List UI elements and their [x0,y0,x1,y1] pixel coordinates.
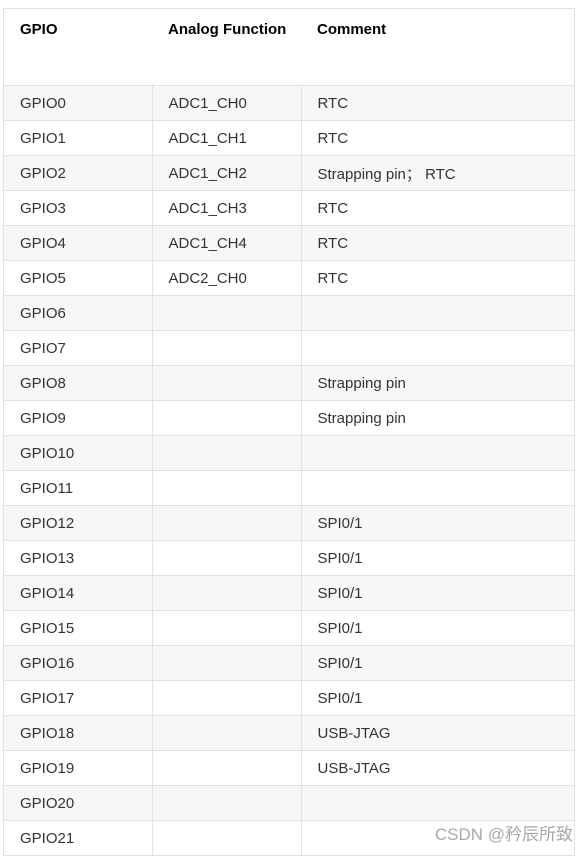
table-row: GPIO2 ADC1_CH2 Strapping pin； RTC [3,155,575,191]
cell-comment: USB-JTAG [300,750,575,786]
table-row: GPIO20 [3,785,575,821]
cell-analog-function [151,540,302,576]
table-body: GPIO0 ADC1_CH0 RTC GPIO1 ADC1_CH1 RTC GPIO2 ADC… [3,85,575,856]
cell-analog-function: ADC2_CH0 [151,260,302,296]
cell-analog-function [151,330,302,366]
cell-gpio: GPIO7 [3,330,153,366]
cell-gpio: GPIO1 [3,120,153,156]
cell-analog-function [151,785,302,821]
cell-comment: RTC [300,85,575,121]
cell-analog-function [151,575,302,611]
cell-comment [300,435,575,471]
cell-comment: USB-JTAG [300,715,575,751]
cell-comment: RTC [300,190,575,226]
cell-comment: Strapping pin [300,365,575,401]
table-row: GPIO12 SPI0/1 [3,505,575,541]
table-row: GPIO19 USB-JTAG [3,750,575,786]
cell-comment: Strapping pin； RTC [300,155,575,191]
cell-analog-function: ADC1_CH2 [151,155,302,191]
cell-gpio: GPIO8 [3,365,153,401]
cell-analog-function [151,610,302,646]
cell-analog-function [151,470,302,506]
cell-gpio: GPIO15 [3,610,153,646]
header-gpio: GPIO [3,8,152,86]
gpio-analog-table: GPIO Analog Function Comment GPIO0 ADC1_C… [3,8,575,856]
table-row: GPIO11 [3,470,575,506]
cell-gpio: GPIO10 [3,435,153,471]
cell-analog-function [151,435,302,471]
table-row: GPIO10 [3,435,575,471]
cell-analog-function: ADC1_CH4 [151,225,302,261]
cell-analog-function [151,680,302,716]
table-row: GPIO18 USB-JTAG [3,715,575,751]
cell-gpio: GPIO0 [3,85,153,121]
table-row: GPIO8 Strapping pin [3,365,575,401]
cell-analog-function [151,820,302,856]
cell-gpio: GPIO2 [3,155,153,191]
table-row: GPIO5 ADC2_CH0 RTC [3,260,575,296]
cell-gpio: GPIO20 [3,785,153,821]
table-row: GPIO9 Strapping pin [3,400,575,436]
table-row: GPIO16 SPI0/1 [3,645,575,681]
cell-analog-function: ADC1_CH1 [151,120,302,156]
table-row: GPIO7 [3,330,575,366]
cell-gpio: GPIO18 [3,715,153,751]
cell-gpio: GPIO3 [3,190,153,226]
table-row: GPIO15 SPI0/1 [3,610,575,646]
cell-analog-function [151,295,302,331]
cell-gpio: GPIO6 [3,295,153,331]
table-row: GPIO3 ADC1_CH3 RTC [3,190,575,226]
cell-analog-function [151,365,302,401]
cell-comment [300,470,575,506]
table-row: GPIO0 ADC1_CH0 RTC [3,85,575,121]
cell-comment: SPI0/1 [300,505,575,541]
cell-comment: Strapping pin [300,400,575,436]
cell-comment [300,785,575,821]
cell-comment: RTC [300,120,575,156]
cell-gpio: GPIO21 [3,820,153,856]
cell-analog-function [151,715,302,751]
table-row: GPIO1 ADC1_CH1 RTC [3,120,575,156]
cell-comment: SPI0/1 [300,680,575,716]
table-header-row: GPIO Analog Function Comment [3,8,575,86]
cell-comment [300,330,575,366]
cell-gpio: GPIO5 [3,260,153,296]
cell-analog-function [151,505,302,541]
table-row: GPIO14 SPI0/1 [3,575,575,611]
table-row: GPIO17 SPI0/1 [3,680,575,716]
header-analog-function: Analog Function [152,8,301,86]
table-row: GPIO4 ADC1_CH4 RTC [3,225,575,261]
cell-analog-function [151,645,302,681]
cell-gpio: GPIO17 [3,680,153,716]
cell-comment [300,295,575,331]
watermark: CSDN @矜辰所致 [434,825,573,844]
header-comment: Comment [301,8,575,86]
cell-comment: SPI0/1 [300,610,575,646]
cell-analog-function: ADC1_CH3 [151,190,302,226]
cell-gpio: GPIO9 [3,400,153,436]
cell-gpio: GPIO4 [3,225,153,261]
cell-gpio: GPIO14 [3,575,153,611]
cell-gpio: GPIO13 [3,540,153,576]
cell-comment: RTC [300,260,575,296]
cell-comment: SPI0/1 [300,540,575,576]
table-row: GPIO6 [3,295,575,331]
cell-gpio: GPIO12 [3,505,153,541]
cell-analog-function [151,750,302,786]
cell-comment: SPI0/1 [300,575,575,611]
cell-analog-function: ADC1_CH0 [151,85,302,121]
cell-comment: RTC [300,225,575,261]
table-row: GPIO13 SPI0/1 [3,540,575,576]
cell-analog-function [151,400,302,436]
cell-gpio: GPIO19 [3,750,153,786]
cell-gpio: GPIO16 [3,645,153,681]
cell-comment: SPI0/1 [300,645,575,681]
cell-gpio: GPIO11 [3,470,153,506]
